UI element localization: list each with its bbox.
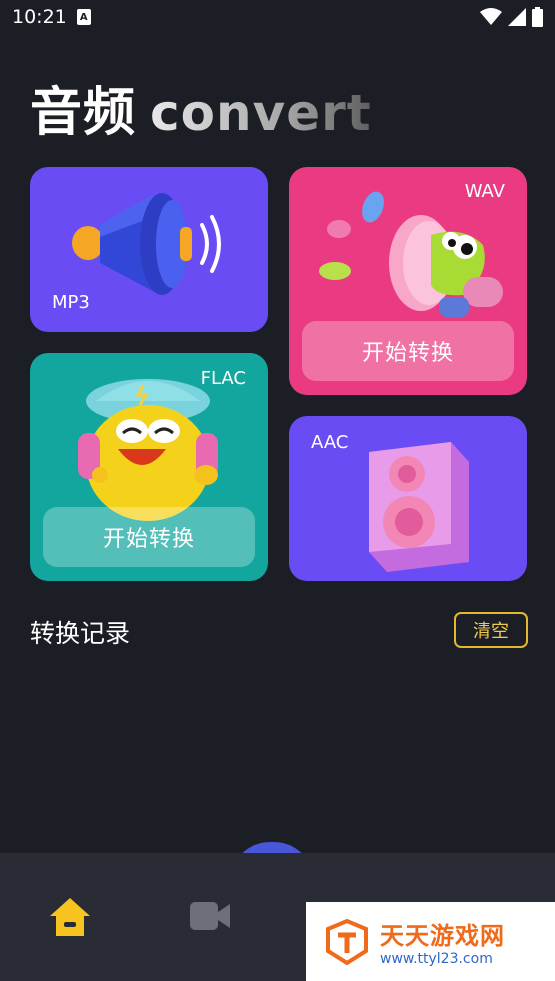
wav-card[interactable]: WAV 开始转换 [289, 167, 527, 395]
home-icon [50, 898, 90, 936]
status-bar: 10:21 A [0, 0, 555, 34]
status-icons [480, 7, 543, 27]
conversion-records-title: 转换记录 [30, 619, 131, 648]
battery-icon [532, 7, 543, 27]
start-convert-button-wav[interactable]: 开始转换 [302, 321, 514, 381]
speaker-horn-icon [72, 193, 221, 295]
smiling-character-headphones-icon [78, 379, 218, 521]
watermark-title: 天天游戏网 [380, 922, 505, 950]
format-label-mp3: MP3 [46, 292, 96, 314]
a-notification-icon: A [76, 9, 91, 25]
clear-button[interactable]: 清空 [454, 612, 528, 648]
aac-card[interactable]: AAC [289, 416, 527, 581]
video-icon [190, 902, 230, 930]
format-label-flac: FLAC [194, 368, 253, 390]
flac-card[interactable]: FLAC 开始转换 [30, 353, 268, 581]
mp3-card[interactable]: MP3 [30, 167, 268, 332]
watermark-url: www.ttyl23.com [380, 951, 493, 967]
frog-horn-icon [319, 191, 503, 317]
format-label-aac: AAC [305, 432, 355, 454]
nav-home[interactable] [48, 896, 92, 942]
signal-icon [508, 8, 526, 26]
loudspeaker-box-icon [369, 442, 469, 572]
wifi-icon [480, 8, 502, 25]
start-convert-button-flac[interactable]: 开始转换 [43, 507, 255, 567]
format-label-wav: WAV [458, 181, 512, 203]
status-time: 10:21 [12, 6, 67, 28]
watermark-logo-icon [326, 918, 368, 965]
title-chinese: 音频 [30, 83, 137, 143]
page-title: 音频 convert [30, 70, 372, 143]
watermark: 天天游戏网 www.ttyl23.com [306, 902, 555, 981]
title-english: convert [150, 84, 372, 142]
nav-video[interactable] [188, 896, 232, 940]
watermark-text: 天天游戏网 www.ttyl23.com [380, 916, 505, 967]
